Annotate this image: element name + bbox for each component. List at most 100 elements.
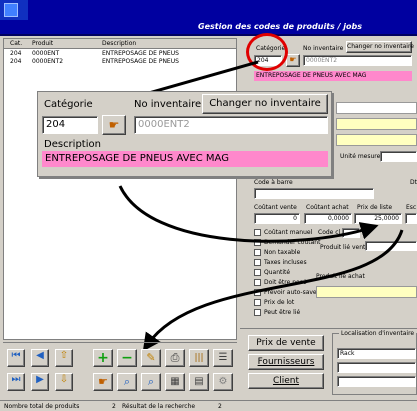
search-category-button[interactable]: ☛ [102,115,126,135]
table-row[interactable]: 204 0000ENT ENTREPOSAGE DE PNEUS [4,50,236,58]
action-buttons: + − ✎ ⎙ ||| ☰ ☛ ⌕ ⌕ ▦ ▤ ⚙ [91,343,237,399]
product-code-field-small[interactable]: 0000ENT2 [303,55,412,66]
checkbox-prix-de-lot[interactable]: Prix de lot [254,298,324,308]
checkbox-non-taxable[interactable]: Non taxable [254,248,324,258]
product-form: Catégorie No inventaire Changer no inven… [240,38,417,328]
settings-button[interactable]: ⚙ [213,373,233,391]
down-button[interactable]: ⇩ [55,373,73,391]
checkbox-quantite[interactable]: Quantité [254,268,324,278]
checkbox-label: Doit être pesé [264,279,307,286]
localisation-field[interactable]: Rack [337,348,416,359]
checkbox-cout-manuel[interactable]: Coûtant manuel [254,228,324,238]
hand-pointer-icon: ☛ [289,55,297,64]
checkbox-doit-etre-pese[interactable]: Doit être pesé [254,278,324,288]
previous-record-button[interactable]: ◀ [31,349,49,367]
checkbox[interactable] [254,299,261,306]
status-bar: Nombre total de produits 2 Résultat de l… [0,400,417,411]
product-list[interactable]: Cat. Produit Description 204 0000ENT ENT… [3,38,237,340]
window-title: Gestion des codes de produits / jobs [198,22,363,31]
checkbox[interactable] [254,239,261,246]
list-header: Cat. Produit Description [4,39,236,49]
code-barre-field[interactable] [254,188,374,199]
list-button[interactable]: ☰ [213,349,233,367]
first-record-button[interactable]: ⏮ [7,349,25,367]
changer-no-inventaire-button[interactable]: Changer no inventaire [202,94,328,114]
total-products-label: Nombre total de produits [4,403,80,410]
pencil-icon: ✎ [146,351,156,364]
checkbox-taxes-incluses[interactable]: Taxes incluses [254,258,324,268]
calculator-icon: ▦ [170,376,180,387]
highlight-circle [246,33,288,71]
cell-description: ENTREPOSAGE DE PNEUS [102,50,179,57]
localisation-field-3[interactable] [337,376,416,387]
checkbox-prevoir[interactable]: Prévoir auto-save [254,288,324,298]
document-icon: ▤ [194,376,204,387]
search-next-button[interactable]: ⌕ [141,373,161,391]
no-inventaire-label-small: No inventaire [303,45,344,52]
app-icon [4,3,18,17]
description-field[interactable]: ENTREPOSAGE DE PNEUS AVEC MAG [42,151,328,167]
add-button[interactable]: + [93,349,113,367]
print-button[interactable]: ⎙ [165,349,185,367]
yellow-field-2[interactable] [336,134,417,146]
search-category-button-small[interactable]: ☛ [286,54,300,67]
checkbox-list: Coûtant manuel Demander coûtant Non taxa… [254,228,324,318]
select-button[interactable]: ☛ [93,373,113,391]
col-cat[interactable]: Cat. [10,40,22,47]
produit-lie-vente-field[interactable] [365,241,417,251]
last-record-button[interactable]: ⏭ [7,373,25,391]
localisation-field-2[interactable] [337,362,416,373]
last-icon: ⏭ [11,374,21,385]
checkbox[interactable] [254,289,261,296]
search-next-icon: ⌕ [147,375,155,388]
checkbox-demander-cout[interactable]: Demander coûtant [254,238,324,248]
col-produit[interactable]: Produit [32,40,53,47]
plus-icon: + [97,350,109,366]
calculator-button[interactable]: ▦ [165,373,185,391]
cout-vente-field[interactable]: 0 [254,213,300,224]
unite-mesure-field[interactable] [380,151,417,162]
delete-button[interactable]: − [117,349,137,367]
checkbox[interactable] [254,229,261,236]
code-barre-label: Code à barre [254,179,293,186]
next-record-button[interactable]: ▶ [31,373,49,391]
prix-liste-field[interactable]: 25,0000 [354,213,402,224]
localisation-label: Localisation d'inventaire [339,330,417,337]
search-result-value: 2 [218,403,222,410]
yellow-field-1[interactable] [336,118,417,130]
checkbox-peut-etre-lie[interactable]: Peut être lié [254,308,324,318]
description-field-small[interactable]: ENTREPOSAGE DE PNEUS AVEC MAG [254,71,412,81]
search-result-label: Résultat de la recherche [122,403,196,410]
checkbox[interactable] [254,259,261,266]
produit-lie-achat-field[interactable] [316,286,417,298]
checkbox[interactable] [254,269,261,276]
list-icon: ☰ [218,352,228,363]
checkbox-label: Taxes incluses [264,259,307,266]
esc-field[interactable] [405,213,417,224]
barcode-button[interactable]: ||| [189,349,209,367]
document-button[interactable]: ▤ [189,373,209,391]
fournisseurs-button[interactable]: Fournisseurs [248,354,324,370]
categorie-field[interactable]: 204 [42,116,98,134]
prix-de-vente-button[interactable]: Prix de vente [248,335,324,351]
checkbox[interactable] [254,249,261,256]
title-icons [0,0,28,20]
edit-button[interactable]: ✎ [141,349,161,367]
table-row[interactable]: 204 0000ENT2 ENTREPOSAGE DE PNEUS [4,58,236,66]
checkbox[interactable] [254,279,261,286]
search-button[interactable]: ⌕ [117,373,137,391]
nav-buttons: ⏮ ◀ ⇧ ⏭ ▶ ⇩ [3,343,87,399]
prix-liste-label: Prix de liste [357,204,393,211]
cout-achat-field[interactable]: 0,0000 [304,213,352,224]
white-field-3[interactable] [336,102,417,114]
checkbox[interactable] [254,309,261,316]
code-cl-field[interactable] [342,228,360,238]
product-code-field[interactable]: 0000ENT2 [134,116,328,134]
changer-no-inventaire-button-small[interactable]: Changer no inventaire [346,41,414,53]
arrow-up-icon: ⇧ [59,350,69,361]
col-description[interactable]: Description [102,40,136,47]
up-button[interactable]: ⇧ [55,349,73,367]
gear-icon: ⚙ [218,376,228,387]
checkbox-label: Non taxable [264,249,301,256]
client-button[interactable]: Client [248,373,324,389]
